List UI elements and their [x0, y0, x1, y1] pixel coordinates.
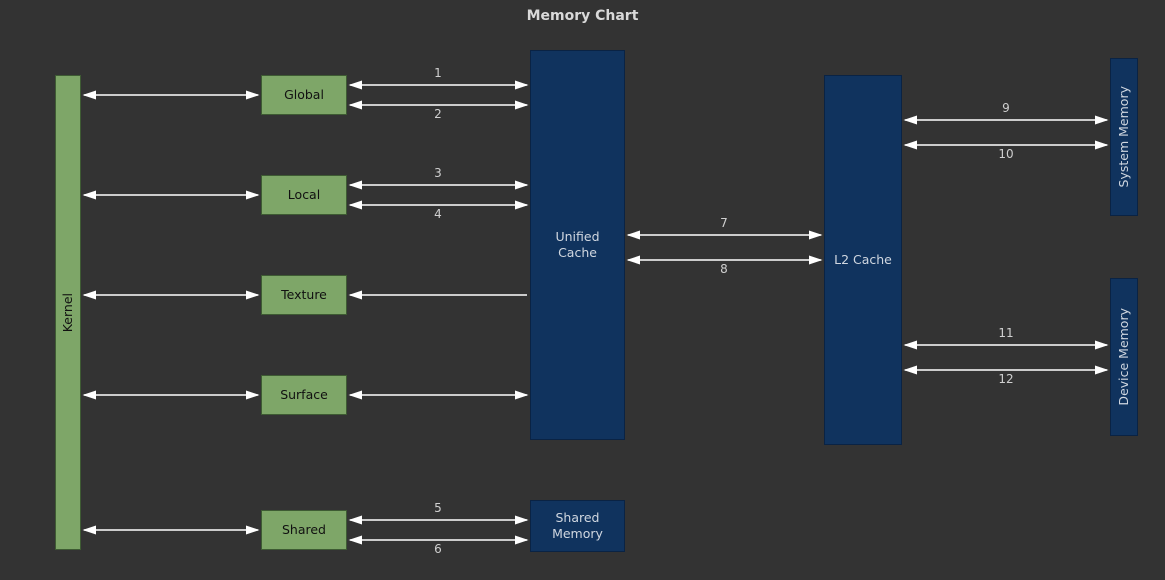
- node-global-label: Global: [284, 87, 324, 103]
- node-device-memory-label: Device Memory: [1116, 308, 1132, 406]
- node-local-label: Local: [288, 187, 320, 203]
- node-system-memory-label: System Memory: [1116, 86, 1132, 187]
- node-texture: Texture: [261, 275, 347, 315]
- node-shared-memory-label: Shared Memory: [535, 510, 620, 541]
- node-kernel-label: Kernel: [60, 293, 76, 332]
- page-title: Memory Chart: [0, 8, 1165, 24]
- node-surface: Surface: [261, 375, 347, 415]
- node-shared-label: Shared: [282, 522, 326, 538]
- node-kernel: Kernel: [55, 75, 81, 550]
- edge-label-6: 6: [434, 542, 442, 556]
- edge-label-2: 2: [434, 107, 442, 121]
- node-shared: Shared: [261, 510, 347, 550]
- edge-label-11: 11: [998, 326, 1013, 340]
- node-l2-cache: L2 Cache: [824, 75, 902, 445]
- edge-label-8: 8: [720, 262, 728, 276]
- node-unified-cache-label: Unified Cache: [535, 229, 620, 260]
- node-local: Local: [261, 175, 347, 215]
- edge-label-5: 5: [434, 501, 442, 515]
- node-surface-label: Surface: [280, 387, 328, 403]
- edge-label-4: 4: [434, 207, 442, 221]
- node-global: Global: [261, 75, 347, 115]
- edge-label-9: 9: [1002, 101, 1010, 115]
- edge-label-1: 1: [434, 66, 442, 80]
- node-unified-cache: Unified Cache: [530, 50, 625, 440]
- node-system-memory: System Memory: [1110, 58, 1138, 216]
- edge-label-12: 12: [998, 372, 1013, 386]
- node-texture-label: Texture: [281, 287, 327, 303]
- edge-label-10: 10: [998, 147, 1013, 161]
- node-shared-memory: Shared Memory: [530, 500, 625, 552]
- node-device-memory: Device Memory: [1110, 278, 1138, 436]
- node-l2-cache-label: L2 Cache: [834, 252, 892, 268]
- edge-label-7: 7: [720, 216, 728, 230]
- edge-label-3: 3: [434, 166, 442, 180]
